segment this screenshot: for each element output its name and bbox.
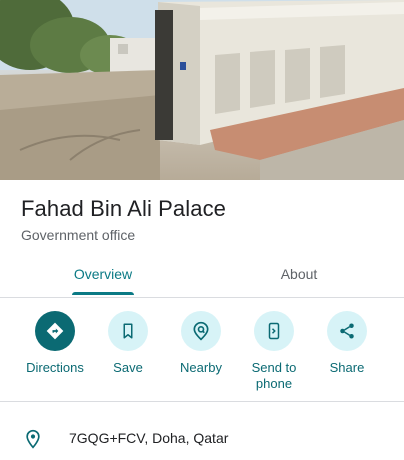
place-category: Government office	[21, 227, 136, 243]
location-pin-icon	[23, 428, 43, 455]
nearby-button[interactable]: Nearby	[165, 311, 237, 376]
tab-selected-indicator	[72, 292, 134, 295]
action-bar: Directions Save Nearby Send to phone Sha…	[0, 297, 404, 401]
directions-button[interactable]: Directions	[19, 311, 91, 376]
send-to-phone-label: Send to phone	[251, 360, 297, 391]
nearby-label: Nearby	[180, 360, 222, 375]
address-row[interactable]: 7GQG+FCV, Doha, Qatar	[0, 418, 404, 458]
place-photo[interactable]	[0, 0, 404, 180]
directions-label: Directions	[26, 360, 84, 375]
send-to-phone-icon	[254, 311, 294, 351]
save-label: Save	[113, 360, 143, 375]
tab-bar: Overview About	[0, 255, 404, 298]
address-text: 7GQG+FCV, Doha, Qatar	[69, 430, 229, 446]
tab-about[interactable]: About	[226, 255, 372, 297]
share-label: Share	[329, 360, 365, 375]
share-button[interactable]: Share	[311, 311, 383, 376]
bookmark-icon	[108, 311, 148, 351]
share-icon	[327, 311, 367, 351]
street-view-photo	[0, 0, 404, 180]
save-button[interactable]: Save	[92, 311, 164, 376]
nearby-icon	[181, 311, 221, 351]
directions-icon	[35, 311, 75, 351]
place-title: Fahad Bin Ali Palace	[21, 196, 227, 221]
tab-overview[interactable]: Overview	[30, 255, 176, 297]
send-to-phone-button[interactable]: Send to phone	[238, 311, 310, 392]
section-divider	[0, 401, 404, 402]
